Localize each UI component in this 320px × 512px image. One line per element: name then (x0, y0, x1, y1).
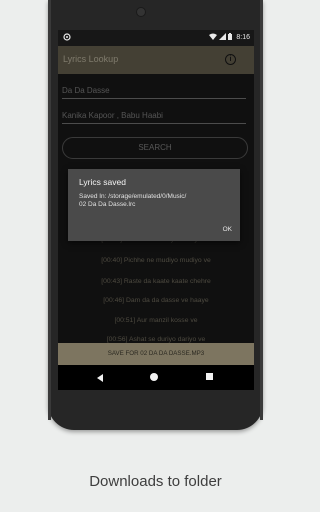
recent-apps-icon[interactable] (206, 373, 213, 380)
dialog-message: Saved In: /storage/emulated/0/Music/ 02 … (79, 193, 187, 208)
promo-caption: Downloads to folder (89, 473, 222, 490)
status-time: 8:16 (236, 34, 250, 41)
ok-button[interactable]: OK (223, 226, 232, 233)
dialog-title: Lyrics saved (79, 177, 126, 187)
signal-icon (219, 33, 227, 42)
app-screen: 8:16 Lyrics Lookup i Da Da Dasse Kanika … (58, 30, 254, 390)
back-icon[interactable] (97, 374, 103, 382)
settings-icon (63, 33, 71, 43)
wifi-icon (209, 33, 218, 42)
phone-edge-right (260, 0, 263, 420)
camera-icon (136, 7, 146, 17)
navigation-bar (58, 365, 254, 390)
home-icon[interactable] (150, 373, 158, 381)
lyrics-saved-dialog: Lyrics saved Saved In: /storage/emulated… (68, 169, 240, 241)
phone-edge-left (48, 0, 51, 420)
save-button[interactable]: SAVE FOR 02 DA DA DASSE.MP3 (58, 343, 254, 365)
battery-icon (228, 33, 233, 42)
status-bar: 8:16 (58, 30, 254, 46)
